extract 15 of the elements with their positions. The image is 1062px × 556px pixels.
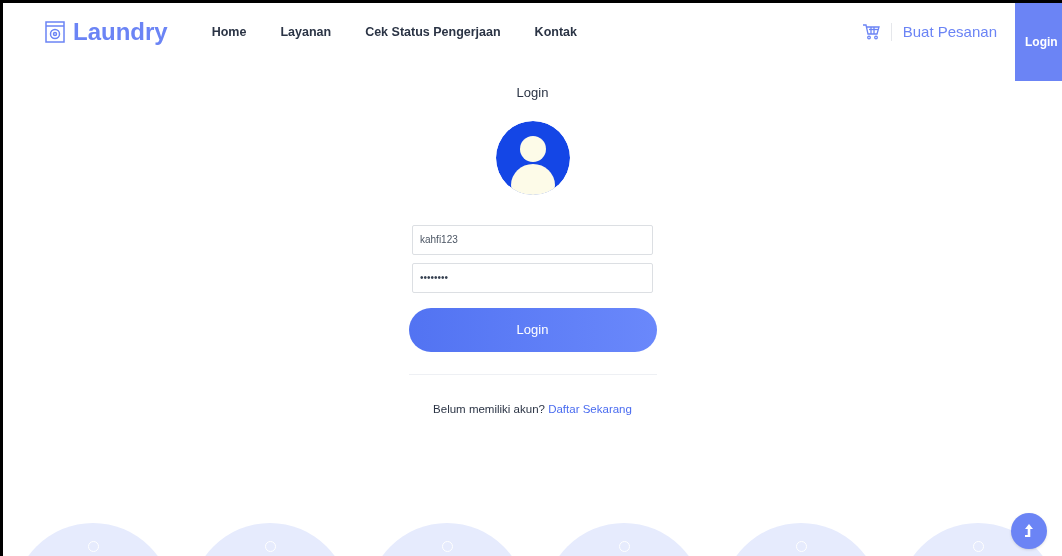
cart-icon[interactable] bbox=[861, 24, 880, 40]
user-avatar-icon bbox=[495, 120, 570, 195]
login-submit-button[interactable]: Login bbox=[408, 307, 657, 352]
login-title: Login bbox=[516, 84, 549, 102]
register-link[interactable]: Daftar Sekarang bbox=[548, 402, 632, 415]
nav-link[interactable]: Layanan bbox=[280, 22, 332, 42]
password-field[interactable]: •••••••• bbox=[412, 262, 653, 293]
nav-link[interactable]: Kontak bbox=[534, 22, 577, 42]
arrow-up-icon bbox=[1024, 524, 1034, 538]
washing-machine-icon bbox=[45, 21, 65, 43]
nav-link[interactable]: Home bbox=[211, 22, 247, 42]
nav-link[interactable]: Cek Status Pengerjaan bbox=[365, 22, 501, 42]
register-prompt: Belum memiliki akun? bbox=[433, 402, 545, 415]
username-field[interactable]: kahfi123 bbox=[412, 224, 653, 255]
scroll-top-button[interactable] bbox=[1011, 513, 1047, 549]
